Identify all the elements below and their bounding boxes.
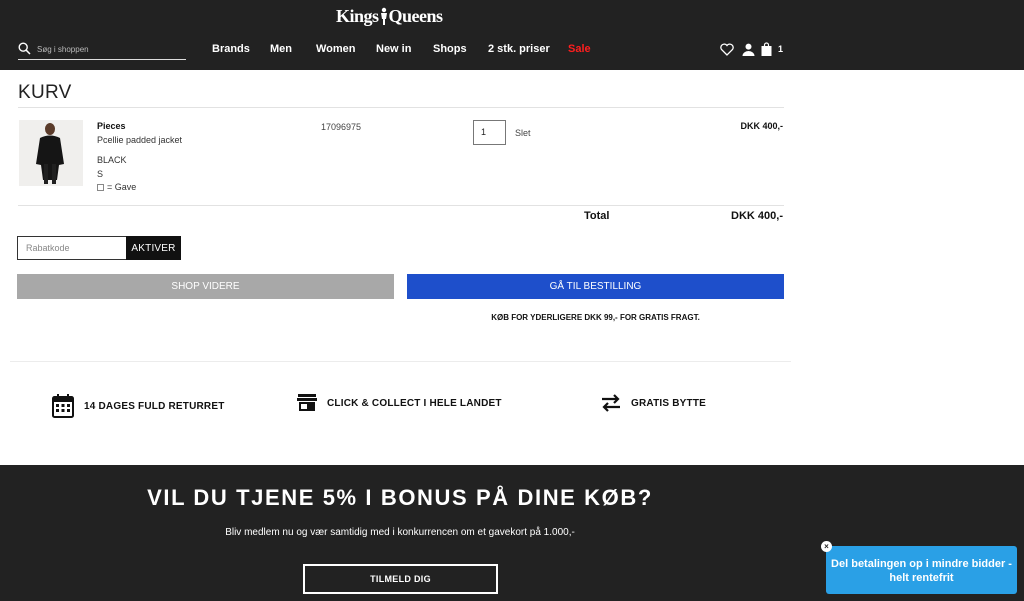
usp-label: 14 DAGES FULD RETURRET <box>84 400 225 412</box>
continue-shopping-button[interactable]: SHOP VIDERE <box>17 274 394 299</box>
payment-split-popup[interactable]: Del betalingen op i mindre bidder - helt… <box>826 546 1017 594</box>
divider <box>18 205 784 206</box>
usp-label: GRATIS BYTTE <box>631 397 706 409</box>
gift-option[interactable]: = Gave <box>97 182 136 192</box>
search-input[interactable] <box>37 42 177 57</box>
gift-label: = Gave <box>107 182 137 192</box>
nav-new-in[interactable]: New in <box>376 43 411 55</box>
product-name[interactable]: Pcellie padded jacket <box>97 135 182 145</box>
activate-coupon-button[interactable]: AKTIVER <box>126 236 181 260</box>
user-icon[interactable] <box>742 43 755 56</box>
crown-figure-icon <box>380 7 387 25</box>
line-price: DKK 400,- <box>740 121 783 131</box>
store-icon <box>297 394 317 411</box>
quantity-input[interactable]: 1 <box>473 120 506 145</box>
heart-icon[interactable] <box>720 43 734 56</box>
nav-brands[interactable]: Brands <box>212 43 250 55</box>
total-value: DKK 400,- <box>731 210 783 222</box>
jacket-model-image <box>19 120 83 186</box>
section-divider <box>10 361 791 362</box>
gift-checkbox[interactable] <box>97 183 104 191</box>
newsletter-subline: Bliv medlem nu og vær samtidig med i kon… <box>225 527 575 538</box>
site-logo[interactable]: Kings Queens <box>336 6 443 27</box>
page-title: KURV <box>18 82 72 103</box>
nav-sale[interactable]: Sale <box>568 43 591 55</box>
search-icon[interactable] <box>18 42 31 55</box>
bag-icon[interactable] <box>761 42 772 56</box>
divider <box>18 107 784 108</box>
cart-count-badge[interactable]: 1 <box>778 44 783 54</box>
usp-returns: 14 DAGES FULD RETURRET <box>52 394 225 418</box>
free-shipping-note: KØB FOR YDERLIGERE DKK 99,- FOR GRATIS F… <box>491 313 700 322</box>
checkout-button[interactable]: GÅ TIL BESTILLING <box>407 274 784 299</box>
nav-2-stk-priser[interactable]: 2 stk. priser <box>488 43 550 55</box>
product-brand[interactable]: Pieces <box>97 121 126 131</box>
search-bar <box>18 41 186 60</box>
site-header: KingsQueens Brands Men Women New in Shop… <box>0 0 1024 70</box>
swap-arrows-icon <box>602 394 620 412</box>
signup-button[interactable]: TILMELD DIG <box>303 564 498 594</box>
nav-shops[interactable]: Shops <box>433 43 467 55</box>
product-size: S <box>97 169 104 179</box>
calendar-icon <box>52 394 74 418</box>
usp-free-exchange: GRATIS BYTTE <box>601 394 706 412</box>
delete-link[interactable]: Slet <box>515 128 531 138</box>
usp-label: CLICK & COLLECT I HELE LANDET <box>327 397 502 409</box>
coupon-code-input[interactable] <box>17 236 127 260</box>
close-icon[interactable]: × <box>821 541 832 552</box>
nav-women[interactable]: Women <box>316 43 356 55</box>
product-sku: 17096975 <box>321 122 362 132</box>
usp-click-collect: CLICK & COLLECT I HELE LANDET <box>297 394 502 412</box>
product-color: BLACK <box>97 155 127 165</box>
total-label: Total <box>584 210 610 222</box>
newsletter-headline: VIL DU TJENE 5% I BONUS PÅ DINE KØB? <box>147 485 653 510</box>
nav-men[interactable]: Men <box>270 43 292 55</box>
product-image[interactable] <box>19 120 83 186</box>
